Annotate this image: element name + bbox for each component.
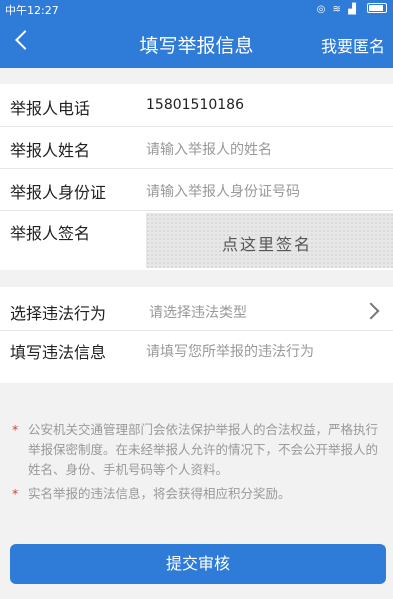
top-app-bar: 填写举报信息 我要匿名 xyxy=(0,18,393,68)
id-input[interactable]: 请输入举报人身份证号码 xyxy=(146,181,300,201)
wifi-icon: ≋ xyxy=(332,4,343,15)
required-star: * xyxy=(12,422,19,437)
signal-icon: ▟ xyxy=(348,4,358,15)
phone-row[interactable]: 举报人电话 15801510186 xyxy=(0,84,393,127)
required-star: * xyxy=(12,486,19,501)
status-icons: ◎ ≋ ▟ xyxy=(317,2,387,15)
notice-item: * 公安机关交通管理部门会依法保护举报人的合法权益，严格执行举报保密制度。在未经… xyxy=(12,420,386,480)
phone-label: 举报人电话 xyxy=(10,99,91,118)
notice-list: * 公安机关交通管理部门会依法保护举报人的合法权益，严格执行举报保密制度。在未经… xyxy=(12,420,386,508)
phone-value[interactable]: 15801510186 xyxy=(146,97,244,113)
notice-text: 实名举报的违法信息，将会获得相应积分奖励。 xyxy=(28,486,291,501)
signature-hint: 点这里签名 xyxy=(222,235,313,254)
notice-item: * 实名举报的违法信息，将会获得相应积分奖励。 xyxy=(12,484,386,504)
violation-type-label: 选择违法行为 xyxy=(10,304,107,323)
id-row[interactable]: 举报人身份证 请输入举报人身份证号码 xyxy=(0,169,393,211)
violation-type-select[interactable]: 请选择违法类型 xyxy=(149,302,247,322)
name-label: 举报人姓名 xyxy=(10,141,91,160)
alarm-icon: ◎ xyxy=(316,4,328,15)
name-row[interactable]: 举报人姓名 请输入举报人的姓名 xyxy=(0,127,393,169)
violation-info-row[interactable]: 填写违法信息 请填写您所举报的违法行为 xyxy=(0,331,393,383)
violation-info-input[interactable]: 请填写您所举报的违法行为 xyxy=(146,341,314,361)
submit-button[interactable]: 提交审核 xyxy=(10,544,386,584)
anonymous-button[interactable]: 我要匿名 xyxy=(321,33,385,57)
signature-pad[interactable]: 点这里签名 xyxy=(146,213,393,268)
name-input[interactable]: 请输入举报人的姓名 xyxy=(146,139,272,159)
status-time: 中午12:27 xyxy=(5,4,59,17)
battery-icon xyxy=(367,3,387,13)
notice-text: 公安机关交通管理部门会依法保护举报人的合法权益，严格执行举报保密制度。在未经举报… xyxy=(28,422,379,477)
sign-label: 举报人签名 xyxy=(10,224,91,243)
violation-type-row[interactable]: 选择违法行为 请选择违法类型 xyxy=(0,290,393,331)
status-bar: 中午12:27 ◎ ≋ ▟ xyxy=(0,0,393,18)
id-label: 举报人身份证 xyxy=(10,183,107,202)
violation-info-label: 填写违法信息 xyxy=(10,343,107,362)
